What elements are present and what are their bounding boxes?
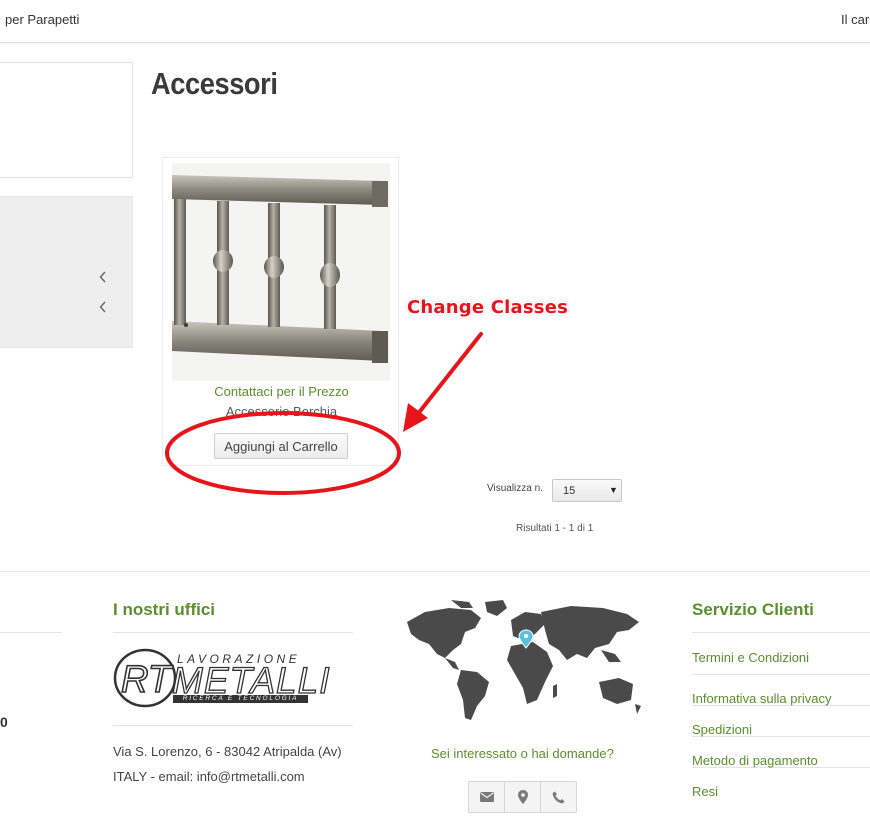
service-link-returns[interactable]: Resi <box>692 767 870 798</box>
chevron-left-icon[interactable] <box>99 301 107 313</box>
product-image[interactable] <box>172 163 390 381</box>
page-title: Accessori <box>151 66 278 101</box>
offices-divider <box>113 632 353 633</box>
sidebar-box <box>0 62 133 178</box>
price-link[interactable]: Contattaci per il Prezzo <box>163 384 400 399</box>
annotation-label: Change Classes <box>407 297 569 318</box>
phone-button[interactable] <box>541 782 576 812</box>
service-link-shipping[interactable]: Spedizioni <box>692 705 870 736</box>
per-page-value: 15 <box>563 485 576 497</box>
company-logo[interactable]: RT LAVORAZIONE METALLI RICERCA E TECNOLO… <box>113 646 330 708</box>
envelope-icon <box>479 792 494 802</box>
footer-divider <box>0 571 870 572</box>
results-count: Risultati 1 - 1 di 1 <box>516 523 594 534</box>
per-page-select[interactable]: 15 ▼ <box>552 479 622 502</box>
contact-question: Sei interessato o hai domande? <box>431 746 614 761</box>
service-links-list: Termini e Condizioni Informativa sulla p… <box>692 632 870 798</box>
sidebar-category-box <box>0 196 133 348</box>
footer-left-fragment: 0 <box>0 714 8 730</box>
service-link-terms[interactable]: Termini e Condizioni <box>692 632 870 674</box>
nav-item-parapetti[interactable]: per Parapetti <box>5 12 79 27</box>
svg-text:RT: RT <box>121 659 174 701</box>
email-button[interactable] <box>469 782 505 812</box>
logo-line2: METALLI <box>171 660 331 701</box>
top-navigation-bar: per Parapetti Il car <box>0 0 870 43</box>
location-button[interactable] <box>505 782 541 812</box>
footer-column-divider <box>0 632 62 633</box>
service-title: Servizio Clienti <box>692 600 814 619</box>
chevron-left-icon[interactable] <box>99 271 107 283</box>
add-to-cart-button[interactable]: Aggiungi al Carrello <box>214 433 348 459</box>
product-card: Contattaci per il Prezzo Accessorio Borc… <box>162 157 399 466</box>
address-line1: Via S. Lorenzo, 6 - 83042 Atripalda (Av) <box>113 744 342 759</box>
address-line2: ITALY - email: info@rtmetalli.com <box>113 769 305 784</box>
logo-line3: RICERCA E TECNOLOGIA <box>173 695 308 703</box>
offices-divider <box>113 725 353 726</box>
world-map-image <box>407 600 641 720</box>
contact-button-group <box>468 781 577 813</box>
nav-item-cart[interactable]: Il car <box>841 12 869 27</box>
product-name[interactable]: Accessorio Borchia <box>163 404 400 419</box>
per-page-label: Visualizza n. <box>487 483 543 494</box>
caret-down-icon: ▼ <box>609 485 618 495</box>
offices-title: I nostri uffici <box>113 600 215 619</box>
map-marker-icon <box>517 790 528 804</box>
service-link-privacy[interactable]: Informativa sulla privacy <box>692 674 870 705</box>
service-link-payment[interactable]: Metodo di pagamento <box>692 736 870 767</box>
phone-icon <box>552 791 565 803</box>
